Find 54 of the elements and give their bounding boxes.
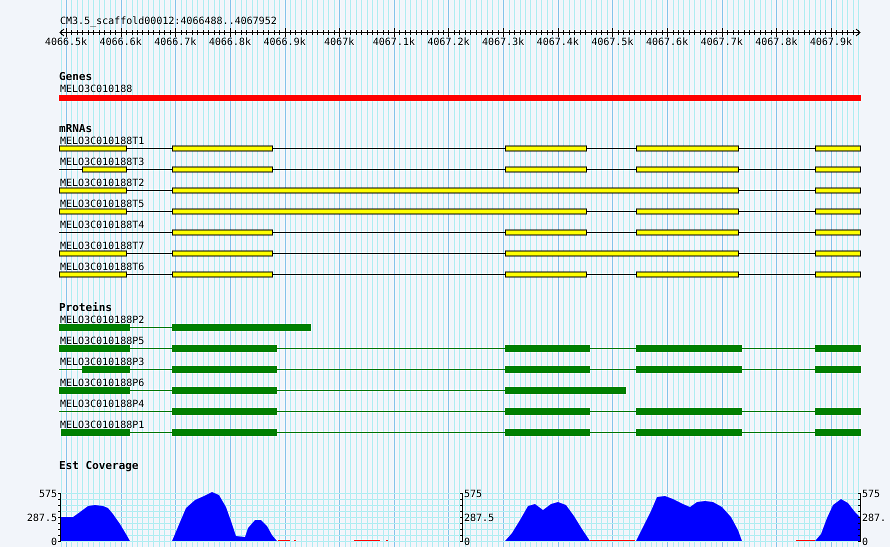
tick-label: 4067.5k xyxy=(591,37,634,48)
tick-label: 4066.5k xyxy=(44,37,88,48)
zero-coverage-line xyxy=(278,540,290,541)
coverage-axis xyxy=(858,492,862,542)
feature-label: MELO3C010188T7 xyxy=(60,241,144,252)
zero-coverage-line xyxy=(294,540,296,541)
axis-label: 575 xyxy=(464,489,482,500)
tick-label: 4067.3k xyxy=(482,37,524,48)
coverage-area xyxy=(61,505,130,541)
track-title: Proteins xyxy=(59,301,112,314)
axis-label: 0 xyxy=(862,537,868,547)
feature-label: MELO3C010188P4 xyxy=(60,399,144,410)
feature-label: MELO3C010188T1 xyxy=(60,136,144,147)
feature-label: MELO3C010188P2 xyxy=(60,315,144,326)
zero-coverage-line xyxy=(796,540,815,541)
tick-label: 4066.9k xyxy=(263,37,306,48)
axis-label: 0 xyxy=(464,537,470,547)
tick-label: 4067.8k xyxy=(755,37,798,48)
track-title: Genes xyxy=(59,70,92,83)
tick-label: 4067.4k xyxy=(536,37,579,48)
feature-label: MELO3C010188P6 xyxy=(60,378,144,389)
axis-label: 0 xyxy=(50,537,57,547)
track-title: Est Coverage xyxy=(59,459,138,472)
zero-coverage-line xyxy=(354,540,380,541)
location-title: CM3.5_scaffold00012:4066488..4067952 xyxy=(60,16,277,27)
zero-coverage-line xyxy=(386,540,388,541)
tick-label: 4066.6k xyxy=(100,37,142,48)
feature-label: MELO3C010188T3 xyxy=(60,157,144,168)
axis-label: 575 xyxy=(862,489,880,500)
tick-label: 4067.1k xyxy=(372,37,415,48)
feature-label: MELO3C010188T5 xyxy=(60,199,144,210)
coverage-axis xyxy=(460,492,464,542)
axis-label: 575 xyxy=(38,489,57,500)
tick-label: 4067.9k xyxy=(810,37,852,48)
axis-label: 287.5 xyxy=(26,513,57,524)
tick-label: 4067.6k xyxy=(646,37,688,48)
track-title: mRNAs xyxy=(59,122,92,135)
tick-label: 4067k xyxy=(324,37,354,48)
feature-label: MELO3C010188P1 xyxy=(60,420,144,431)
tick-label: 4067.2k xyxy=(427,37,470,48)
tick-label: 4066.7k xyxy=(154,37,196,48)
axis-label: 287. xyxy=(862,513,886,524)
feature-label: MELO3C010188T4 xyxy=(60,220,144,231)
feature-label: MELO3C010188T6 xyxy=(60,262,144,273)
axis-label: 287.5 xyxy=(464,513,494,524)
tick-label: 4067.7k xyxy=(700,37,743,48)
tick-label: 4066.8k xyxy=(208,37,251,48)
feature-label: MELO3C010188 xyxy=(60,84,132,95)
feature-label: MELO3C010188T2 xyxy=(60,178,144,189)
coverage-axis xyxy=(58,492,62,542)
zero-coverage-line xyxy=(590,540,635,541)
feature-label: MELO3C010188P5 xyxy=(60,336,144,347)
feature-label: MELO3C010188P3 xyxy=(60,357,144,368)
coverage-area xyxy=(815,499,861,541)
